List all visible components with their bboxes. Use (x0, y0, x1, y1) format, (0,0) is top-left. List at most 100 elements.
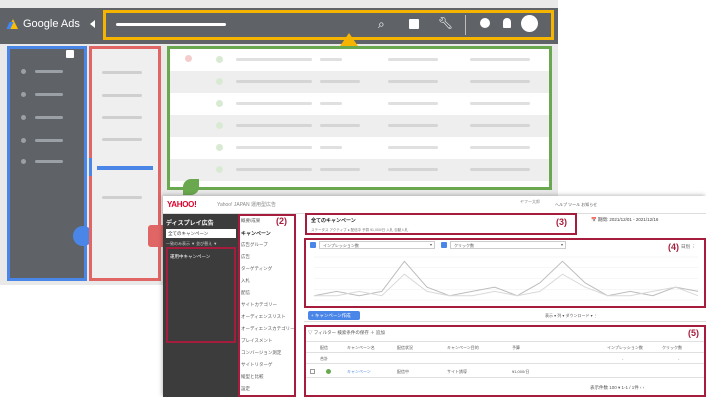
sidebar-all-campaigns[interactable]: 全てのキャンペーン (166, 229, 236, 238)
google-ads-navigation-panel (7, 46, 87, 281)
column-header[interactable]: キャンペーン目的 (447, 345, 479, 351)
paused-status-icon (185, 55, 192, 62)
column-header[interactable]: 予算 (512, 345, 520, 351)
nav-item[interactable] (10, 159, 84, 165)
toolbar-tools[interactable]: 表示 ▾ 列 ▾ ダウンロード ▾ ⋮ (545, 313, 598, 319)
page-menu-item[interactable] (102, 94, 142, 97)
user-name[interactable]: ヤフー太郎 (520, 199, 540, 204)
nav-item[interactable] (10, 138, 84, 144)
nav-item-icon (21, 69, 26, 74)
yahoo-logo[interactable]: YAHOO! (167, 200, 197, 209)
chart-granularity[interactable]: 日別 ⋮ (681, 244, 696, 250)
account-name[interactable]: Yahoo! JAPAN 運用型広告 (217, 201, 276, 208)
page-title: 全てのキャンペーン (311, 218, 356, 224)
toolbar-divider (465, 15, 466, 35)
table-row[interactable] (170, 115, 549, 137)
pagination[interactable]: 表示件数 100 ▾ 1-1 / 1件 ‹ › (590, 385, 644, 391)
nav-item[interactable] (10, 69, 84, 75)
account-selector[interactable] (116, 23, 226, 26)
annotation-label-4: (4) (668, 242, 679, 252)
menu-item[interactable]: 縦型と比較 (241, 374, 264, 380)
menu-item[interactable]: 広告グループ (241, 242, 268, 248)
leaf-marker-icon (183, 179, 199, 195)
campaign-objective: サイト誘導 (447, 369, 467, 374)
date-range-picker[interactable]: 📅 期間: 2021/12/01 - 2021/12/16 (591, 217, 658, 223)
page-menu-item[interactable] (102, 138, 142, 141)
table-toolbar (304, 310, 706, 322)
nav-item-icon (21, 138, 26, 143)
status-icon (216, 144, 223, 151)
table-row[interactable] (170, 93, 549, 115)
reports-icon[interactable] (409, 19, 419, 29)
sidebar-title: ディスプレイ広告 (166, 221, 214, 227)
page-menu-item-active[interactable] (97, 166, 153, 170)
performance-chart (313, 256, 699, 301)
filter-row[interactable]: ▽ フィルター 検索条件の保存 ＋ 追加 (308, 330, 385, 336)
header-links[interactable]: ヘルプ ツール お知らせ (555, 202, 597, 208)
google-ads-logo-icon (8, 19, 18, 29)
table-row[interactable] (170, 71, 549, 93)
table-row[interactable] (170, 159, 549, 181)
menu-item[interactable]: 入札 (241, 278, 250, 284)
menu-item[interactable]: プレイスメント (241, 338, 272, 344)
annotation-label-5: (5) (688, 328, 699, 338)
status-icon (326, 369, 331, 374)
total-value: - (622, 356, 624, 361)
menu-item[interactable]: サイトカテゴリー (241, 302, 277, 308)
nav-item-icon (21, 159, 26, 164)
table-row[interactable] (170, 49, 549, 71)
column-header[interactable]: キャンペーン名 (347, 345, 375, 351)
annotation-label-2: (2) (276, 216, 287, 226)
page-menu-item[interactable] (102, 196, 142, 199)
menu-item[interactable]: 広告 (241, 254, 250, 260)
nav-item[interactable] (10, 92, 84, 98)
metric-1-checkbox[interactable] (310, 242, 316, 248)
campaign-budget[interactable]: ¥1,000/日 (512, 369, 529, 375)
nav-item-icon (21, 92, 26, 97)
settings-icon[interactable] (66, 50, 74, 58)
table-total-row (306, 353, 704, 364)
chart-series-line (314, 273, 699, 297)
avatar[interactable] (521, 15, 538, 32)
status-icon (216, 122, 223, 129)
metric-1-select[interactable]: インプレッション数 (319, 241, 435, 249)
google-ads-brand: Google Ads (23, 18, 80, 30)
status-icon (216, 56, 223, 63)
wrench-icon[interactable]: 🔧︎ (438, 17, 453, 29)
menu-item[interactable]: オーディエンスカテゴリー (241, 326, 295, 332)
google-ads-data-table (167, 46, 552, 190)
sidebar-highlight-box (166, 247, 236, 343)
page-menu-active-indicator (89, 158, 92, 176)
metric-2-select[interactable]: クリック数 (450, 241, 566, 249)
status-icon (216, 166, 223, 173)
nav-item[interactable] (10, 115, 84, 121)
menu-item[interactable]: 概要/成果 (241, 218, 260, 224)
help-icon[interactable] (480, 18, 490, 28)
menu-item[interactable]: 配信 (241, 290, 250, 296)
column-header[interactable]: 配信 (320, 345, 328, 351)
row-checkbox[interactable] (310, 369, 315, 374)
campaign-name-link[interactable]: キャンペーン (347, 369, 371, 375)
search-icon[interactable]: ⌕ (378, 18, 385, 30)
column-header[interactable]: 配信状況 (397, 345, 413, 351)
collapse-menu-icon[interactable] (90, 20, 95, 28)
menu-item[interactable]: サイトリターゲ (241, 362, 273, 368)
google-ads-logo[interactable]: Google Ads (8, 18, 80, 30)
menu-item[interactable]: 設定 (241, 386, 250, 392)
table-row[interactable] (170, 137, 549, 159)
menu-item[interactable]: コンバージョン測定 (241, 350, 281, 356)
menu-item[interactable]: ターゲティング (241, 266, 272, 272)
annotation-label-3: (3) (556, 217, 567, 227)
page-menu-item[interactable] (102, 71, 142, 74)
menu-item[interactable]: オーディエンスリスト (241, 314, 286, 320)
column-header[interactable]: インプレッション数 (607, 345, 643, 351)
total-value: - (678, 356, 680, 361)
metric-2-checkbox[interactable] (441, 242, 447, 248)
status-icon (216, 78, 223, 85)
campaign-status-line: ステータス アクティブ ● 配信中 予算 ¥1,000/日 入札 自動入札 (311, 228, 409, 232)
bell-icon[interactable] (503, 18, 511, 28)
menu-item[interactable]: キャンペーン (241, 230, 271, 237)
create-campaign-button[interactable]: + キャンペーン作成 (308, 311, 360, 320)
page-menu-item[interactable] (102, 116, 142, 119)
column-header[interactable]: クリック数 (662, 345, 682, 351)
